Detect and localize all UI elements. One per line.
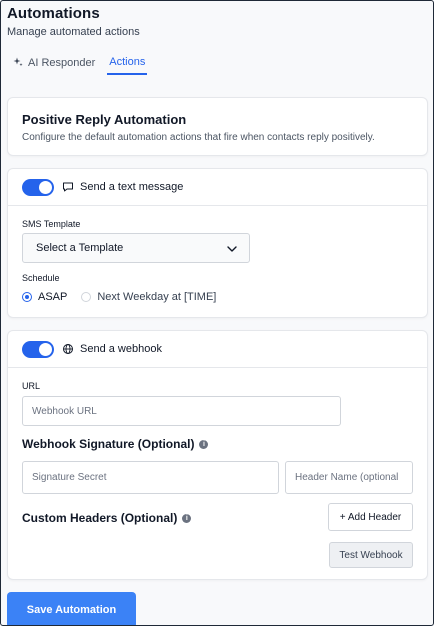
page-subtitle: Manage automated actions	[7, 26, 140, 38]
sms-action-label: Send a text message	[80, 181, 184, 193]
sms-toggle[interactable]	[22, 178, 54, 196]
page-title: Automations	[7, 5, 100, 22]
custom-headers-section: Custom Headers (Optional) i	[22, 511, 192, 525]
toggle-knob	[39, 342, 52, 356]
webhook-action-label: Send a webhook	[80, 343, 162, 355]
sms-card-header: Send a text message	[8, 169, 427, 206]
positive-reply-card: Positive Reply Automation Configure the …	[7, 97, 428, 156]
tab-actions[interactable]: Actions	[107, 51, 148, 75]
positive-reply-title: Positive Reply Automation	[22, 112, 187, 127]
schedule-next-weekday-label: Next Weekday at [TIME]	[97, 291, 217, 303]
schedule-next-weekday-radio[interactable]	[81, 292, 92, 302]
webhook-card-header: Send a webhook	[8, 331, 427, 368]
save-automation-button[interactable]: Save Automation	[7, 592, 136, 625]
info-icon: i	[199, 439, 209, 449]
add-header-button[interactable]: + Add Header	[328, 503, 413, 531]
chevron-down-icon	[226, 243, 238, 255]
sms-template-value: Select a Template	[36, 242, 124, 254]
automations-panel: Automations Manage automated actions AI …	[0, 0, 434, 626]
webhook-toggle[interactable]	[22, 340, 54, 358]
schedule-options: ASAP Next Weekday at [TIME]	[22, 291, 216, 303]
sms-action-card: Send a text message SMS Template Select …	[7, 168, 428, 318]
schedule-asap-radio[interactable]	[22, 292, 32, 302]
tab-ai-responder-label: AI Responder	[28, 57, 96, 69]
webhook-url-input[interactable]	[22, 396, 341, 426]
tab-bar: AI Responder Actions	[11, 51, 148, 75]
sparkles-icon	[13, 57, 23, 70]
webhook-action-card: Send a webhook URL Webhook Signature (Op…	[7, 330, 428, 580]
positive-reply-description: Configure the default automation actions…	[22, 132, 375, 143]
tab-ai-responder[interactable]: AI Responder	[11, 51, 97, 75]
sms-template-label: SMS Template	[22, 219, 81, 229]
custom-headers-title: Custom Headers (Optional)	[22, 511, 178, 525]
schedule-asap-label: ASAP	[38, 291, 68, 303]
schedule-label: Schedule	[22, 273, 60, 283]
globe-icon	[62, 343, 74, 355]
test-webhook-button[interactable]: Test Webhook	[329, 542, 413, 568]
sms-template-select[interactable]: Select a Template	[22, 233, 250, 263]
webhook-signature-title: Webhook Signature (Optional)	[22, 437, 195, 451]
page-header: Automations Manage automated actions	[7, 5, 140, 38]
message-icon	[62, 181, 74, 193]
webhook-signature-section: Webhook Signature (Optional) i	[22, 437, 209, 451]
info-icon: i	[182, 513, 192, 523]
tab-actions-label: Actions	[109, 56, 146, 68]
signature-secret-input[interactable]	[22, 461, 279, 494]
toggle-knob	[39, 180, 52, 194]
header-name-input[interactable]	[285, 461, 413, 494]
url-label: URL	[22, 381, 41, 391]
